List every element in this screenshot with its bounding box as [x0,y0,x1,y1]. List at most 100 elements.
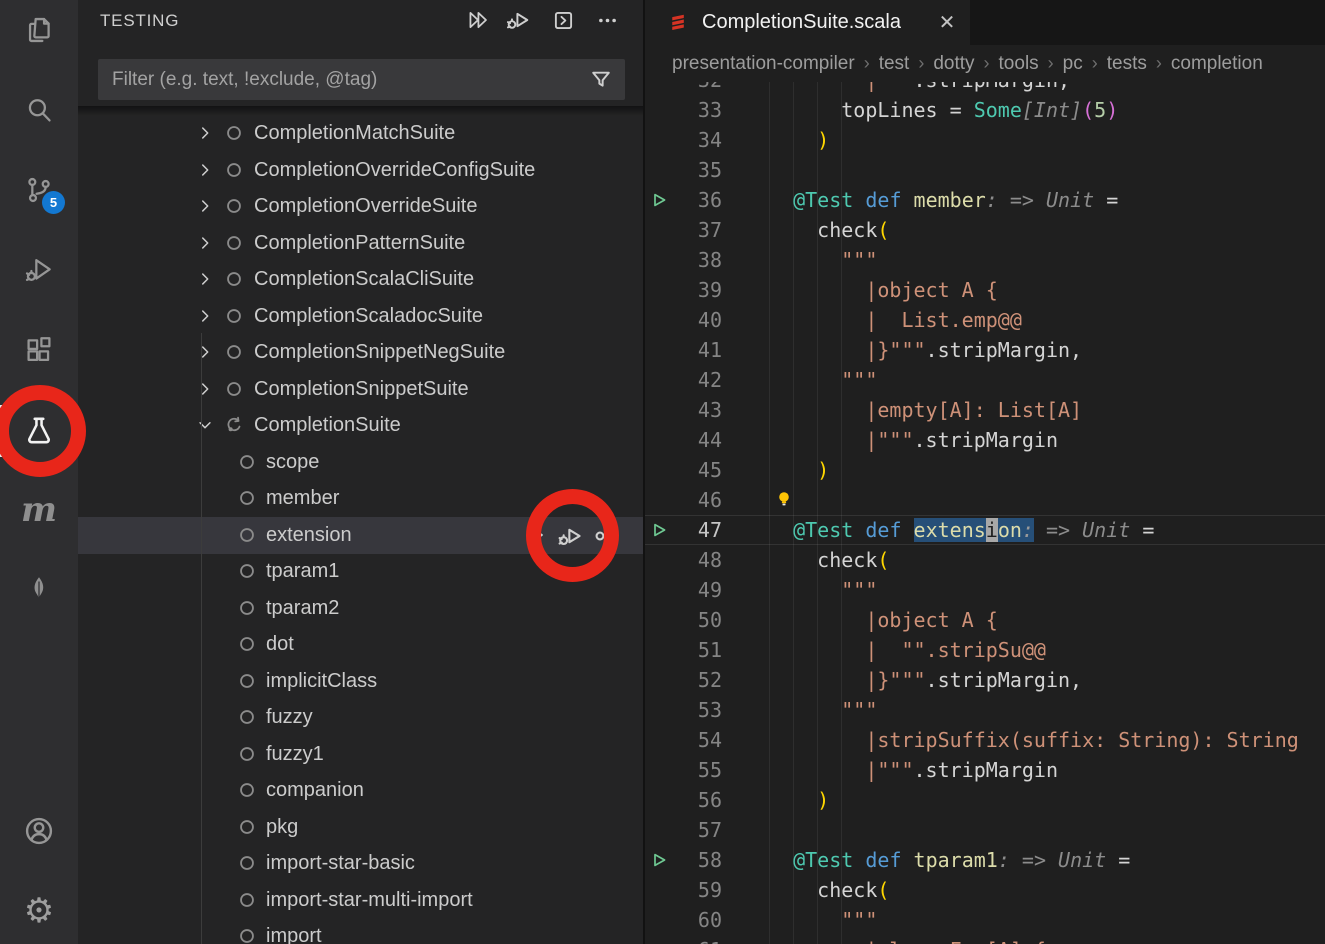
chevron-right-icon[interactable] [196,307,214,325]
tree-row-fuzzy1[interactable]: fuzzy1 [78,736,643,773]
code-line-39[interactable]: 39 |object A { [645,275,1325,305]
code-line-45[interactable]: 45 ) [645,455,1325,485]
line-number: 49 [665,575,722,605]
code-line-38[interactable]: 38 """ [645,245,1325,275]
search-icon[interactable] [0,86,78,134]
tab-completionsuite[interactable]: CompletionSuite.scala ✕ [645,0,970,45]
chevron-right-icon[interactable] [196,343,214,361]
code-line-46[interactable]: 46 [645,485,1325,515]
show-output-button[interactable] [547,4,579,36]
tree-row-CompletionOverrideConfigSuite[interactable]: CompletionOverrideConfigSuite [78,152,643,189]
tree-item-label: CompletionPatternSuite [254,232,465,255]
tree-row-fuzzy[interactable]: fuzzy [78,699,643,736]
tree-row-import-star-basic[interactable]: import-star-basic [78,845,643,882]
accounts-icon[interactable] [0,807,78,855]
tree-row-import-star-multi-import[interactable]: import-star-multi-import [78,882,643,919]
breadcrumb-item[interactable]: tests [1107,53,1147,75]
breadcrumb-item[interactable]: completion [1171,53,1263,75]
breadcrumb: presentation-compiler›test›dotty›tools›p… [645,45,1325,82]
code-line-57[interactable]: 57 [645,815,1325,845]
code-line-40[interactable]: 40 | List.emp@@ [645,305,1325,335]
test-state-icon [238,635,256,653]
code-line-49[interactable]: 49 """ [645,575,1325,605]
tree-row-tparam2[interactable]: tparam2 [78,590,643,627]
chevron-right-icon[interactable] [196,234,214,252]
tree-item-label: fuzzy [266,706,313,729]
code-line-54[interactable]: 54 |stripSuffix(suffix: String): String [645,725,1325,755]
filter-funnel-icon[interactable] [589,67,613,91]
code-line-51[interactable]: 51 | "".stripSu@@ [645,635,1325,665]
test-state-icon [238,818,256,836]
tree-row-import[interactable]: import [78,918,643,944]
lightbulb-icon[interactable] [775,490,793,510]
code-text: |stripSuffix(suffix: String): String [769,725,1299,755]
filter-input[interactable] [98,59,625,100]
code-line-33[interactable]: 33 topLines = Some[Int](5) [645,95,1325,125]
code-line-32[interactable]: 32 |""".stripMargin, [645,82,1325,95]
debug-all-tests-button[interactable] [502,4,534,36]
tree-row-CompletionPatternSuite[interactable]: CompletionPatternSuite [78,225,643,262]
chevron-right-icon[interactable] [196,380,214,398]
code-line-50[interactable]: 50 |object A { [645,605,1325,635]
chevron-right-icon[interactable] [196,161,214,179]
code-line-52[interactable]: 52 |}""".stripMargin, [645,665,1325,695]
chevron-down-icon[interactable] [196,416,214,434]
test-state-icon [238,672,256,690]
tree-item-label: CompletionMatchSuite [254,122,455,145]
tree-row-CompletionSnippetSuite[interactable]: CompletionSnippetSuite [78,371,643,408]
code-line-36[interactable]: 36 @Test def member: => Unit = [645,185,1325,215]
tree-row-CompletionSnippetNegSuite[interactable]: CompletionSnippetNegSuite [78,334,643,371]
settings-gear-icon[interactable]: ⚙ [0,887,78,935]
metals-icon[interactable]: m [0,486,78,534]
chevron-right-icon[interactable] [196,197,214,215]
tree-row-CompletionScaladocSuite[interactable]: CompletionScaladocSuite [78,298,643,335]
explorer-icon[interactable] [0,6,78,54]
code-line-59[interactable]: 59 check( [645,875,1325,905]
test-state-icon [225,197,243,215]
tree-row-CompletionScalaCliSuite[interactable]: CompletionScalaCliSuite [78,261,643,298]
code-line-48[interactable]: 48 check( [645,545,1325,575]
run-and-debug-icon[interactable] [0,246,78,294]
tree-row-companion[interactable]: companion [78,772,643,809]
code-line-61[interactable]: 61 |class Foo[A] { [645,935,1325,944]
tree-row-CompletionOverrideSuite[interactable]: CompletionOverrideSuite [78,188,643,225]
run-all-tests-button[interactable] [462,4,494,36]
chevron-right-icon[interactable] [196,124,214,142]
chevron-right-icon[interactable] [196,270,214,288]
code-line-56[interactable]: 56 ) [645,785,1325,815]
tree-row-CompletionMatchSuite[interactable]: CompletionMatchSuite [78,115,643,152]
tree-row-implicitClass[interactable]: implicitClass [78,663,643,700]
mongodb-icon[interactable] [0,565,78,613]
tree-row-pkg[interactable]: pkg [78,809,643,846]
code-line-43[interactable]: 43 |empty[A]: List[A] [645,395,1325,425]
line-number: 41 [665,335,722,365]
extensions-icon[interactable] [0,326,78,374]
breadcrumb-item[interactable]: presentation-compiler [672,53,855,75]
code-line-60[interactable]: 60 """ [645,905,1325,935]
more-actions-button[interactable] [591,4,623,36]
code-line-47[interactable]: 47 @Test def extension: => Unit = [645,515,1325,545]
breadcrumb-item[interactable]: tools [999,53,1039,75]
code-line-35[interactable]: 35 [645,155,1325,185]
tab-close-icon[interactable]: ✕ [933,8,961,36]
breadcrumb-item[interactable]: dotty [933,53,974,75]
breadcrumb-item[interactable]: pc [1063,53,1083,75]
code-line-34[interactable]: 34 ) [645,125,1325,155]
code-line-44[interactable]: 44 |""".stripMargin [645,425,1325,455]
code-line-53[interactable]: 53 """ [645,695,1325,725]
code-line-58[interactable]: 58 @Test def tparam1: => Unit = [645,845,1325,875]
code-line-37[interactable]: 37 check( [645,215,1325,245]
code-editor[interactable]: 32 |""".stripMargin,33 topLines = Some[I… [645,82,1325,944]
code-line-41[interactable]: 41 |}""".stripMargin, [645,335,1325,365]
line-number: 44 [665,425,722,455]
breadcrumb-separator: › [1048,53,1054,74]
breadcrumb-item[interactable]: test [879,53,910,75]
tree-row-scope[interactable]: scope [78,444,643,481]
tree-row-CompletionSuite[interactable]: CompletionSuite [78,407,643,444]
code-line-42[interactable]: 42 """ [645,365,1325,395]
source-control-icon[interactable] [0,166,78,214]
code-line-55[interactable]: 55 |""".stripMargin [645,755,1325,785]
tree-row-dot[interactable]: dot [78,626,643,663]
code-text: | "".stripSu@@ [769,635,1046,665]
code-text: @Test def extension: => Unit = [769,515,1154,545]
